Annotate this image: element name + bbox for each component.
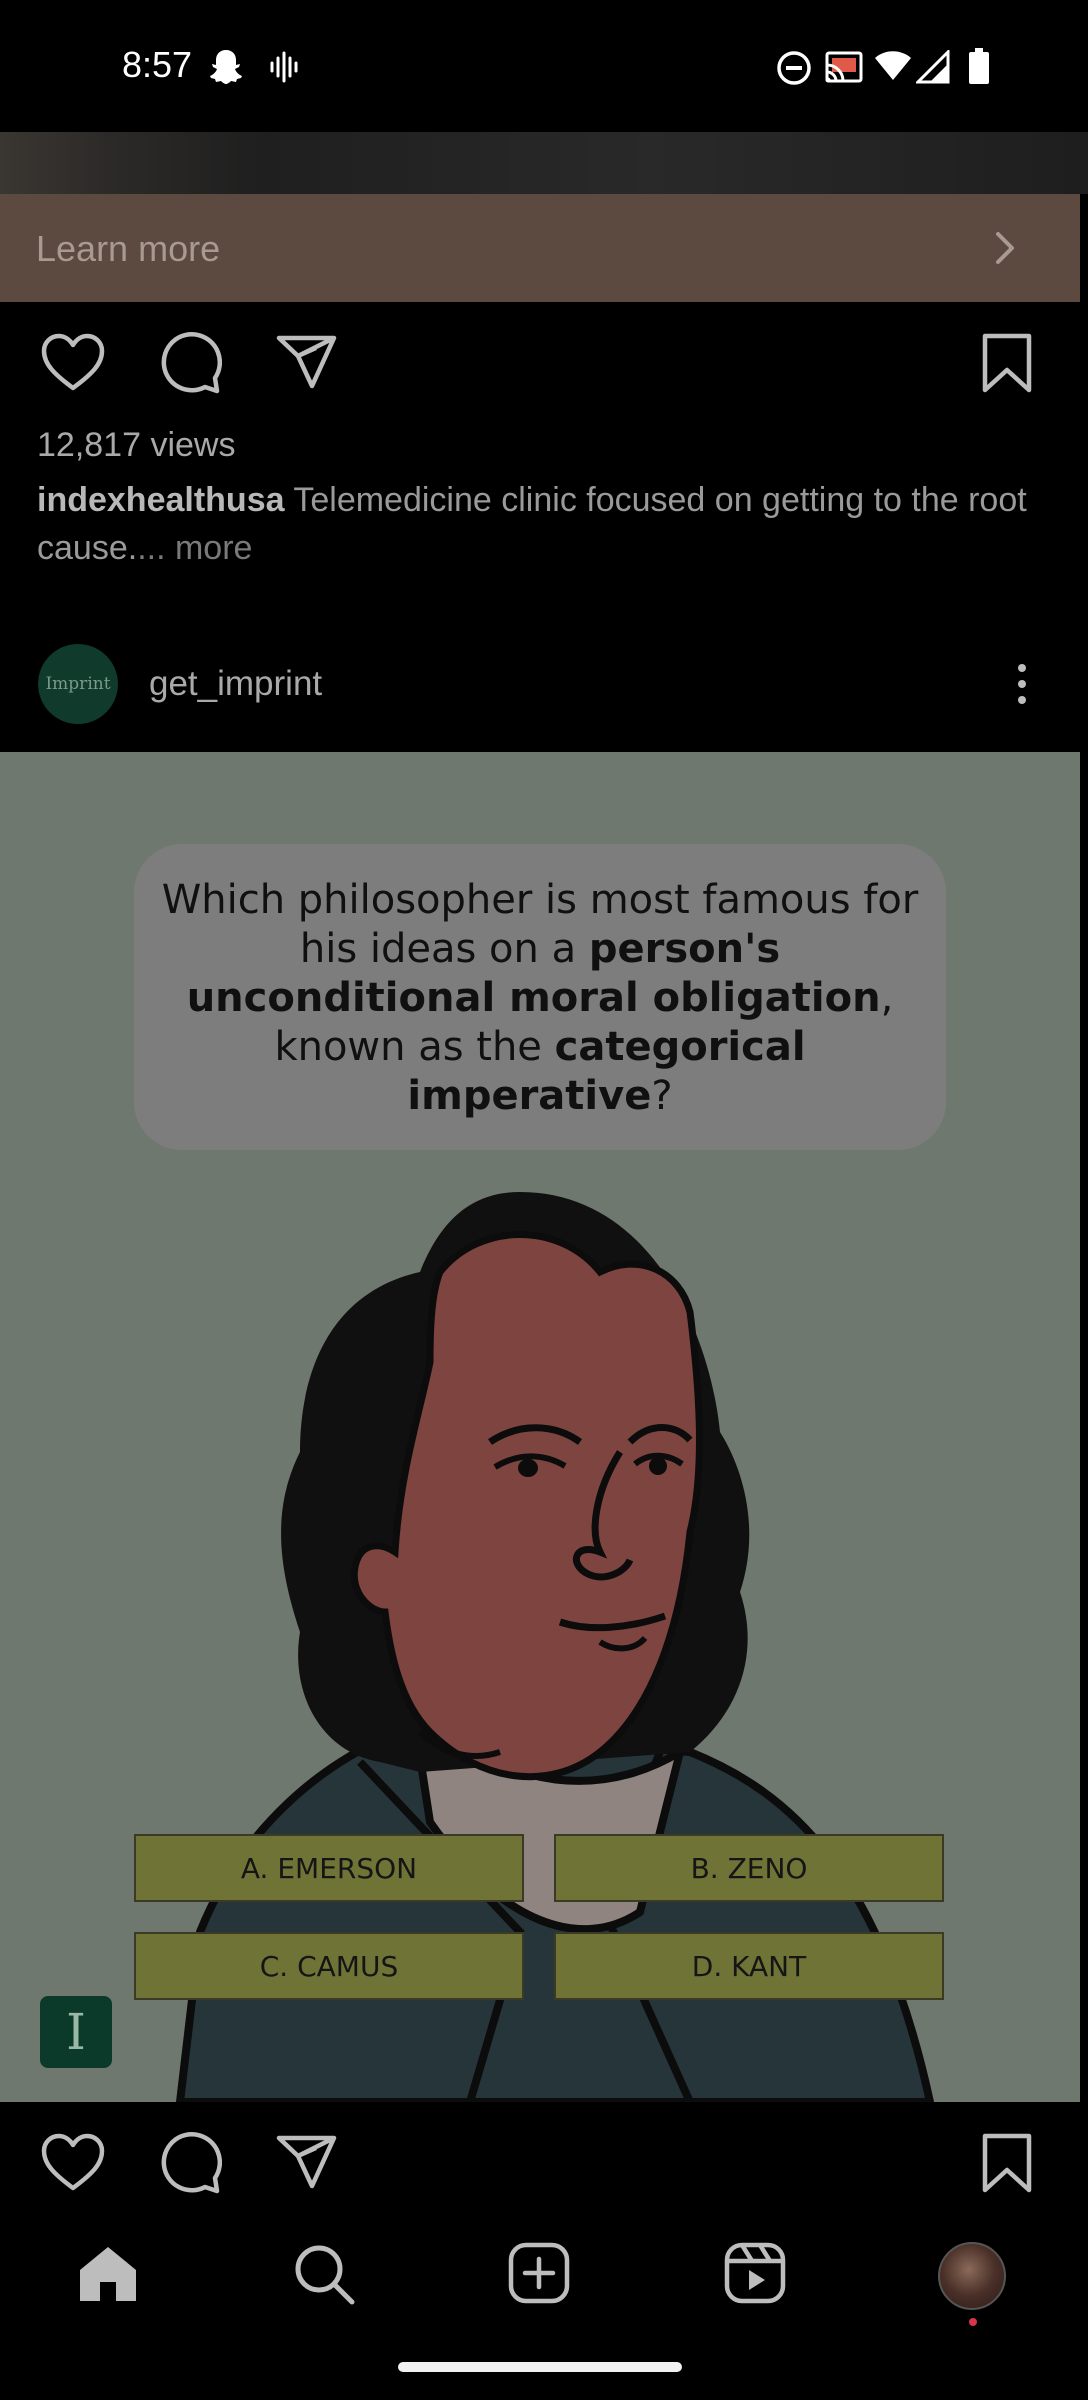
voice-wave-icon	[268, 50, 300, 84]
home-indicator[interactable]	[398, 2362, 682, 2372]
answer-option-b[interactable]: B. ZENO	[554, 1834, 944, 1902]
search-icon[interactable]	[292, 2242, 356, 2306]
answer-option-d[interactable]: D. KANT	[554, 1932, 944, 2000]
reels-icon[interactable]	[724, 2242, 786, 2304]
save-bookmark-icon[interactable]	[980, 2132, 1034, 2194]
battery-icon	[968, 48, 990, 84]
answer-option-a[interactable]: A. EMERSON	[134, 1834, 524, 1902]
create-post-icon[interactable]	[508, 2242, 570, 2304]
home-icon[interactable]	[76, 2244, 140, 2304]
like-heart-icon[interactable]	[40, 332, 106, 392]
answer-option-c[interactable]: C. CAMUS	[134, 1932, 524, 2000]
post-media-quiz[interactable]: Which philosopher is most famous for his…	[0, 752, 1080, 2102]
profile-avatar[interactable]	[938, 2242, 1006, 2310]
quiz-question: Which philosopher is most famous for his…	[150, 876, 930, 1121]
share-send-icon[interactable]	[276, 2134, 338, 2190]
ad-media-image[interactable]	[0, 132, 1088, 194]
save-bookmark-icon[interactable]	[980, 332, 1034, 394]
post-username[interactable]: get_imprint	[149, 664, 322, 704]
question-text-part: ?	[651, 1073, 673, 1119]
learn-more-label: Learn more	[36, 228, 221, 269]
avatar[interactable]: Imprint	[38, 644, 118, 724]
like-heart-icon[interactable]	[40, 2132, 106, 2192]
caption-more-link[interactable]: ... more	[137, 529, 252, 567]
cast-icon	[824, 50, 864, 84]
comment-icon[interactable]	[158, 2132, 222, 2194]
question-text-part: Which philosopher is most famous for his…	[161, 877, 919, 972]
chevron-right-icon	[990, 228, 1020, 268]
caption-username[interactable]: indexhealthusa	[37, 481, 285, 519]
comment-icon[interactable]	[158, 332, 222, 394]
more-options-icon[interactable]	[1010, 660, 1034, 708]
brand-logo: I	[40, 1996, 112, 2068]
views-count[interactable]: 12,817 views	[37, 426, 235, 465]
status-time: 8:57	[122, 44, 193, 85]
wifi-icon	[874, 48, 912, 82]
snapchat-icon	[208, 48, 244, 86]
signal-icon	[916, 50, 950, 84]
do-not-disturb-icon	[776, 50, 812, 86]
share-send-icon[interactable]	[276, 334, 338, 390]
notification-dot	[969, 2318, 977, 2326]
post-caption[interactable]: indexhealthusa Telemedicine clinic focus…	[37, 476, 1047, 572]
